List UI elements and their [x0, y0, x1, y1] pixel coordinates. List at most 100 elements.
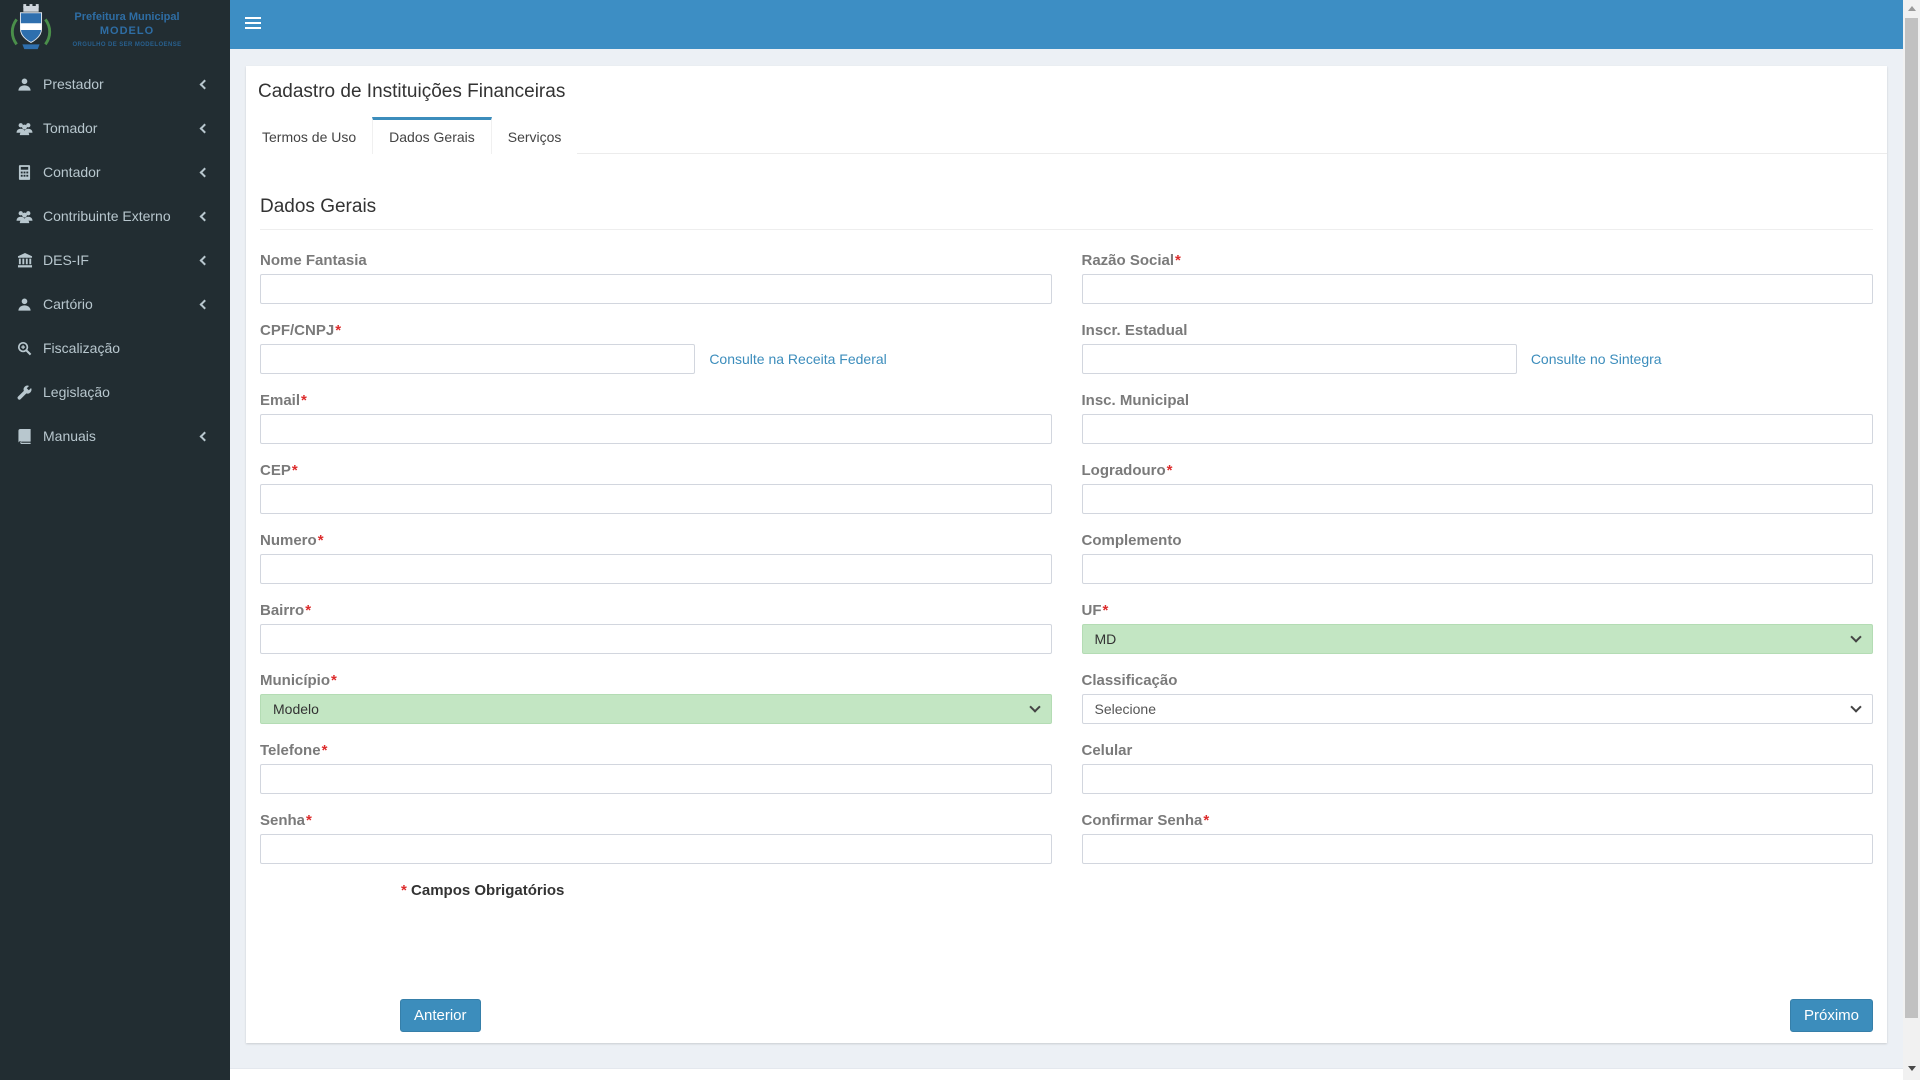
- tab-termos-de-uso[interactable]: Termos de Uso: [246, 117, 373, 154]
- insc-municipal-label: Insc. Municipal: [1081, 392, 1190, 409]
- tab-dados-gerais[interactable]: Dados Gerais: [372, 117, 492, 154]
- user-icon: [16, 296, 33, 312]
- sidebar-item-legislacao[interactable]: Legislação: [0, 370, 230, 414]
- page-footer: [230, 1068, 1903, 1080]
- brand-line1: Prefeitura Municipal: [74, 10, 180, 23]
- bairro-input[interactable]: [260, 624, 1052, 654]
- form-field: Numero*: [260, 532, 1052, 584]
- sidebar-toggle-button[interactable]: [245, 17, 261, 31]
- numero-label: Numero*: [260, 532, 324, 549]
- users-icon: [16, 120, 33, 136]
- form-field: Confirmar Senha*: [1081, 812, 1873, 864]
- form-field: CPF/CNPJ* Consulte na Receita Federal: [260, 322, 1052, 374]
- insc-municipal-input[interactable]: [1081, 414, 1873, 444]
- complemento-input[interactable]: [1081, 554, 1873, 584]
- section-heading: Dados Gerais: [260, 196, 377, 217]
- form-field: Razão Social*: [1081, 252, 1873, 304]
- scroll-up-button[interactable]: [1903, 0, 1920, 16]
- consulte-sintegra-link[interactable]: Consulte no Sintegra: [1531, 351, 1662, 367]
- form-field: Classificação Selecione: [1081, 672, 1873, 724]
- uf-label: UF*: [1081, 602, 1109, 619]
- razao-social-label: Razão Social*: [1081, 252, 1181, 269]
- form-field: Nome Fantasia: [260, 252, 1052, 304]
- celular-label: Celular: [1081, 742, 1133, 759]
- tab-servicos[interactable]: Serviços: [491, 117, 578, 154]
- sidebar-item-fiscalizacao[interactable]: Fiscalização: [0, 326, 230, 370]
- scroll-down-button[interactable]: [1903, 1060, 1920, 1076]
- form-field: Bairro*: [260, 602, 1052, 654]
- brand-tagline: ORGULHO DE SER MODELOENSE: [72, 41, 182, 48]
- main-content: Cadastro de Instituições Financeiras Ter…: [230, 49, 1903, 1080]
- required-fields-note: * Campos Obrigatórios: [401, 882, 565, 899]
- brand-line2: MODELO: [99, 24, 155, 37]
- dados-gerais-form: Nome Fantasia Razão Social* CPF/CNPJ* Co…: [260, 252, 1873, 882]
- sidebar-item-tomador[interactable]: Tomador: [0, 106, 230, 150]
- form-field: Complemento: [1081, 532, 1873, 584]
- form-field: Senha*: [260, 812, 1052, 864]
- classificacao-select[interactable]: Selecione: [1081, 694, 1873, 724]
- form-actions: Anterior Próximo: [260, 999, 1873, 1032]
- form-field: Telefone*: [260, 742, 1052, 794]
- sidebar-item-prestador[interactable]: Prestador: [0, 62, 230, 106]
- sidebar-item-cartorio[interactable]: Cartório: [0, 282, 230, 326]
- inscr-estadual-input[interactable]: [1081, 344, 1517, 374]
- form-field: Município* Modelo: [260, 672, 1052, 724]
- wrench-icon: [16, 384, 33, 400]
- complemento-label: Complemento: [1081, 532, 1182, 549]
- senha-input[interactable]: [260, 834, 1052, 864]
- cpf-cnpj-input[interactable]: [260, 344, 696, 374]
- municipio-select[interactable]: Modelo: [260, 694, 1052, 724]
- form-field: UF* MD: [1081, 602, 1873, 654]
- sidebar-item-contador[interactable]: Contador: [0, 150, 230, 194]
- sidebar-item-manuais[interactable]: Manuais: [0, 414, 230, 458]
- confirmar-senha-label: Confirmar Senha*: [1081, 812, 1210, 829]
- inscr-estadual-label: Inscr. Estadual: [1081, 322, 1188, 339]
- sidebar-item-des-if[interactable]: DES-IF: [0, 238, 230, 282]
- chevron-left-icon: [199, 255, 210, 265]
- cep-label: CEP*: [260, 462, 298, 479]
- form-field: CEP*: [260, 462, 1052, 514]
- form-field: Celular: [1081, 742, 1873, 794]
- telefone-input[interactable]: [260, 764, 1052, 794]
- uf-select[interactable]: MD: [1081, 624, 1873, 654]
- cpf-cnpj-label: CPF/CNPJ*: [260, 322, 342, 339]
- tab-content: Dados Gerais Nome Fantasia Razão Social*…: [246, 196, 1887, 1032]
- page-title: Cadastro de Instituições Financeiras: [258, 81, 566, 102]
- bairro-label: Bairro*: [260, 602, 312, 619]
- chevron-left-icon: [199, 79, 210, 89]
- chevron-left-icon: [199, 211, 210, 221]
- chevron-left-icon: [199, 431, 210, 441]
- book-icon: [16, 428, 33, 444]
- chevron-left-icon: [199, 123, 210, 133]
- chevron-down-icon: [1028, 701, 1041, 713]
- classificacao-label: Classificação: [1081, 672, 1178, 689]
- confirmar-senha-input[interactable]: [1081, 834, 1873, 864]
- city-coat-of-arms-logo: [10, 4, 52, 50]
- vertical-scrollbar: [1903, 0, 1920, 1080]
- tab-bar: Termos de Uso Dados Gerais Serviços: [246, 116, 1887, 154]
- scrollbar-thumb[interactable]: [1905, 18, 1918, 1018]
- form-field: Logradouro*: [1081, 462, 1873, 514]
- sidebar-menu: Prestador Tomador Contador Contribuinte …: [0, 62, 230, 458]
- email-input[interactable]: [260, 414, 1052, 444]
- bank-icon: [16, 252, 33, 268]
- chevron-left-icon: [199, 299, 210, 309]
- cep-input[interactable]: [260, 484, 1052, 514]
- users-icon: [16, 208, 33, 224]
- calculator-icon: [16, 164, 33, 180]
- previous-button[interactable]: Anterior: [400, 999, 481, 1032]
- user-icon: [16, 76, 33, 92]
- razao-social-input[interactable]: [1081, 274, 1873, 304]
- chevron-left-icon: [199, 167, 210, 177]
- next-button[interactable]: Próximo: [1789, 999, 1873, 1032]
- consulte-receita-federal-link[interactable]: Consulte na Receita Federal: [709, 351, 886, 367]
- celular-input[interactable]: [1081, 764, 1873, 794]
- numero-input[interactable]: [260, 554, 1052, 584]
- nome-fantasia-input[interactable]: [260, 274, 1052, 304]
- logradouro-label: Logradouro*: [1081, 462, 1173, 479]
- municipio-label: Município*: [260, 672, 337, 689]
- senha-label: Senha*: [260, 812, 312, 829]
- sidebar-item-contribuinte-externo[interactable]: Contribuinte Externo: [0, 194, 230, 238]
- logradouro-input[interactable]: [1081, 484, 1873, 514]
- search-plus-icon: [16, 340, 33, 356]
